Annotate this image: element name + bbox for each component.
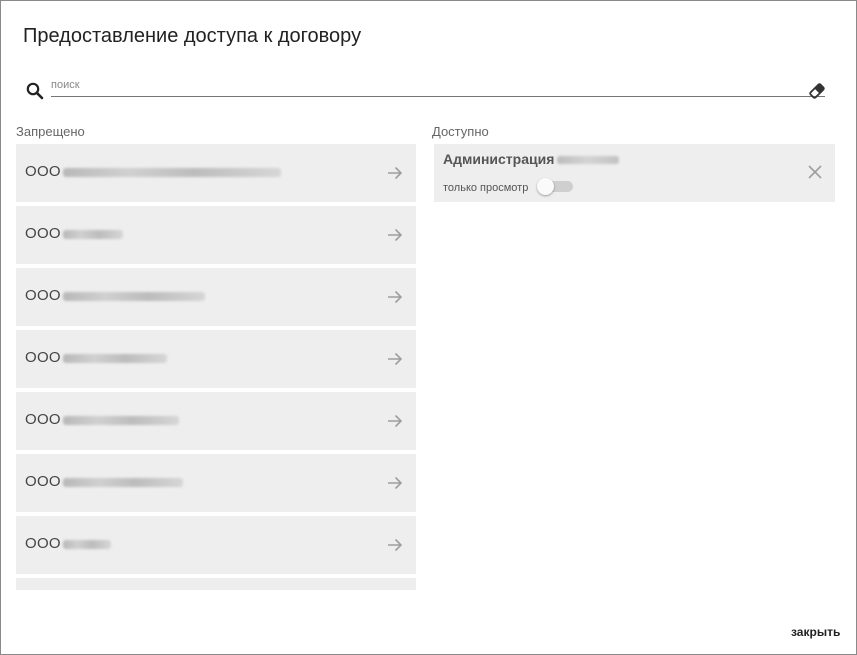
access-dialog: Предоставление доступа к договору поиск …: [0, 0, 857, 655]
forbidden-list: ООО ООО ООО ООО ООО ООО ООО: [16, 144, 416, 590]
arrow-right-icon[interactable]: [386, 164, 404, 182]
forbidden-label: Запрещено: [16, 124, 85, 139]
arrow-right-icon[interactable]: [386, 474, 404, 492]
toggle-thumb: [537, 178, 554, 195]
view-only-toggle[interactable]: [537, 178, 573, 195]
dialog-title: Предоставление доступа к договору: [23, 25, 362, 47]
arrow-right-icon[interactable]: [386, 226, 404, 244]
forbidden-item-partial[interactable]: [16, 578, 416, 590]
allowed-item: Администрация только просмотр: [434, 144, 835, 202]
org-name: ООО: [25, 349, 167, 366]
forbidden-item[interactable]: ООО: [16, 206, 416, 264]
org-name: ООО: [25, 225, 123, 242]
search-row: поиск: [25, 77, 835, 103]
forbidden-item[interactable]: ООО: [16, 268, 416, 326]
forbidden-item[interactable]: ООО: [16, 516, 416, 574]
eraser-icon[interactable]: [807, 81, 827, 101]
arrow-right-icon[interactable]: [386, 350, 404, 368]
close-icon[interactable]: [807, 164, 823, 180]
org-name: ООО: [25, 535, 111, 552]
arrow-right-icon[interactable]: [386, 412, 404, 430]
arrow-right-icon[interactable]: [386, 288, 404, 306]
forbidden-item[interactable]: ООО: [16, 330, 416, 388]
org-name: ООО: [25, 287, 205, 304]
org-name: ООО: [25, 473, 183, 490]
forbidden-item[interactable]: ООО: [16, 144, 416, 202]
allowed-org-name: Администрация: [443, 151, 620, 167]
close-button[interactable]: закрыть: [787, 623, 844, 641]
org-name: ООО: [25, 411, 179, 428]
forbidden-item[interactable]: ООО: [16, 454, 416, 512]
allowed-label: Доступно: [432, 124, 489, 139]
view-only-label: только просмотр: [443, 182, 529, 194]
org-name: ООО: [25, 163, 281, 180]
forbidden-item[interactable]: ООО: [16, 392, 416, 450]
arrow-right-icon[interactable]: [386, 536, 404, 554]
search-icon: [26, 82, 44, 100]
search-input[interactable]: поиск: [51, 77, 825, 97]
